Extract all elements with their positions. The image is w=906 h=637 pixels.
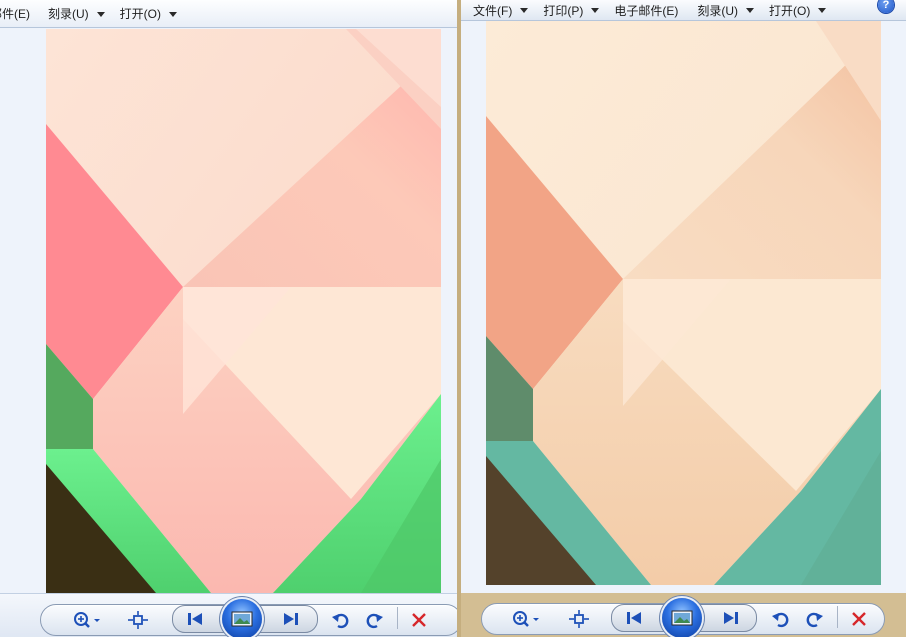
menu-open-label: 打开(O): [119, 7, 161, 21]
chevron-down-icon: [746, 8, 754, 13]
left-image-display: [46, 29, 441, 593]
previous-button[interactable]: [184, 610, 206, 628]
menu-file[interactable]: 文件(F): [473, 2, 529, 19]
left-photo-viewer-window: 邮件(E) 刻录(U) 打开(O): [0, 0, 457, 637]
left-geometric-image: [46, 29, 441, 593]
right-bottom-toolbar: [461, 593, 906, 637]
zoom-icon: [513, 611, 539, 627]
chevron-down-icon: [520, 8, 529, 13]
previous-button[interactable]: [623, 609, 645, 627]
menu-burn-label: 刻录(U): [697, 3, 738, 18]
next-icon: [724, 612, 738, 624]
delete-button[interactable]: [408, 609, 430, 631]
menu-burn[interactable]: 刻录(U): [697, 2, 754, 19]
next-button[interactable]: [280, 610, 302, 628]
zoom-icon: [74, 612, 100, 628]
next-button[interactable]: [720, 609, 742, 627]
zoom-button[interactable]: [507, 608, 543, 630]
next-icon: [284, 613, 298, 625]
slideshow-button[interactable]: [222, 599, 262, 637]
zoom-button[interactable]: [68, 609, 104, 631]
chevron-down-icon: [591, 8, 600, 13]
menu-open-label: 打开(O): [769, 3, 811, 18]
right-menu-bar: 文件(F) 打印(P) 电子邮件(E) 刻录(U) 打开(O) ?: [461, 0, 906, 21]
delete-icon: [852, 612, 866, 626]
rotate-clockwise-icon: [366, 613, 383, 629]
left-bottom-toolbar: [0, 593, 457, 637]
fit-window-icon: [569, 610, 589, 628]
rotate-counterclockwise-button[interactable]: [330, 609, 352, 631]
slideshow-icon: [671, 610, 693, 626]
previous-icon: [188, 613, 202, 625]
help-icon[interactable]: ?: [878, 0, 894, 13]
right-photo-viewer-window: 文件(F) 打印(P) 电子邮件(E) 刻录(U) 打开(O) ?: [461, 0, 906, 637]
previous-icon: [627, 612, 641, 624]
rotate-counterclockwise-button[interactable]: [770, 608, 792, 630]
rotate-clockwise-button[interactable]: [363, 609, 385, 631]
left-menu-bar: 邮件(E) 刻录(U) 打开(O): [0, 0, 457, 28]
menu-print[interactable]: 打印(P): [543, 2, 600, 19]
delete-button[interactable]: [848, 608, 870, 630]
menu-email-label: 邮件(E): [0, 7, 30, 21]
menu-open[interactable]: 打开(O): [769, 2, 827, 19]
rotate-clockwise-icon: [806, 612, 823, 628]
rotate-counterclockwise-icon: [332, 613, 349, 629]
fit-window-icon: [128, 611, 148, 629]
chevron-down-icon: [96, 11, 105, 17]
right-image-display: [486, 21, 881, 585]
menu-burn[interactable]: 刻录(U): [48, 5, 105, 22]
menu-email-label: 电子邮件(E): [614, 3, 679, 18]
toolbar-separator: [397, 607, 398, 629]
rotate-counterclockwise-icon: [772, 612, 789, 628]
menu-print-label: 打印(P): [543, 3, 584, 18]
delete-icon: [412, 613, 426, 627]
menu-open[interactable]: 打开(O): [120, 5, 177, 22]
fit-window-button[interactable]: [567, 608, 591, 630]
toolbar-separator: [837, 606, 838, 628]
slideshow-icon: [231, 611, 253, 627]
menu-email[interactable]: 邮件(E): [0, 5, 30, 22]
slideshow-button[interactable]: [662, 598, 702, 637]
fit-window-button[interactable]: [126, 609, 150, 631]
rotate-clockwise-button[interactable]: [803, 608, 825, 630]
right-geometric-image: [486, 21, 881, 585]
menu-file-label: 文件(F): [473, 3, 513, 18]
menu-email[interactable]: 电子邮件(E): [614, 2, 678, 19]
menu-burn-label: 刻录(U): [48, 7, 89, 21]
chevron-down-icon: [169, 11, 177, 17]
right-image-area: [461, 21, 906, 593]
chevron-down-icon: [818, 8, 827, 13]
